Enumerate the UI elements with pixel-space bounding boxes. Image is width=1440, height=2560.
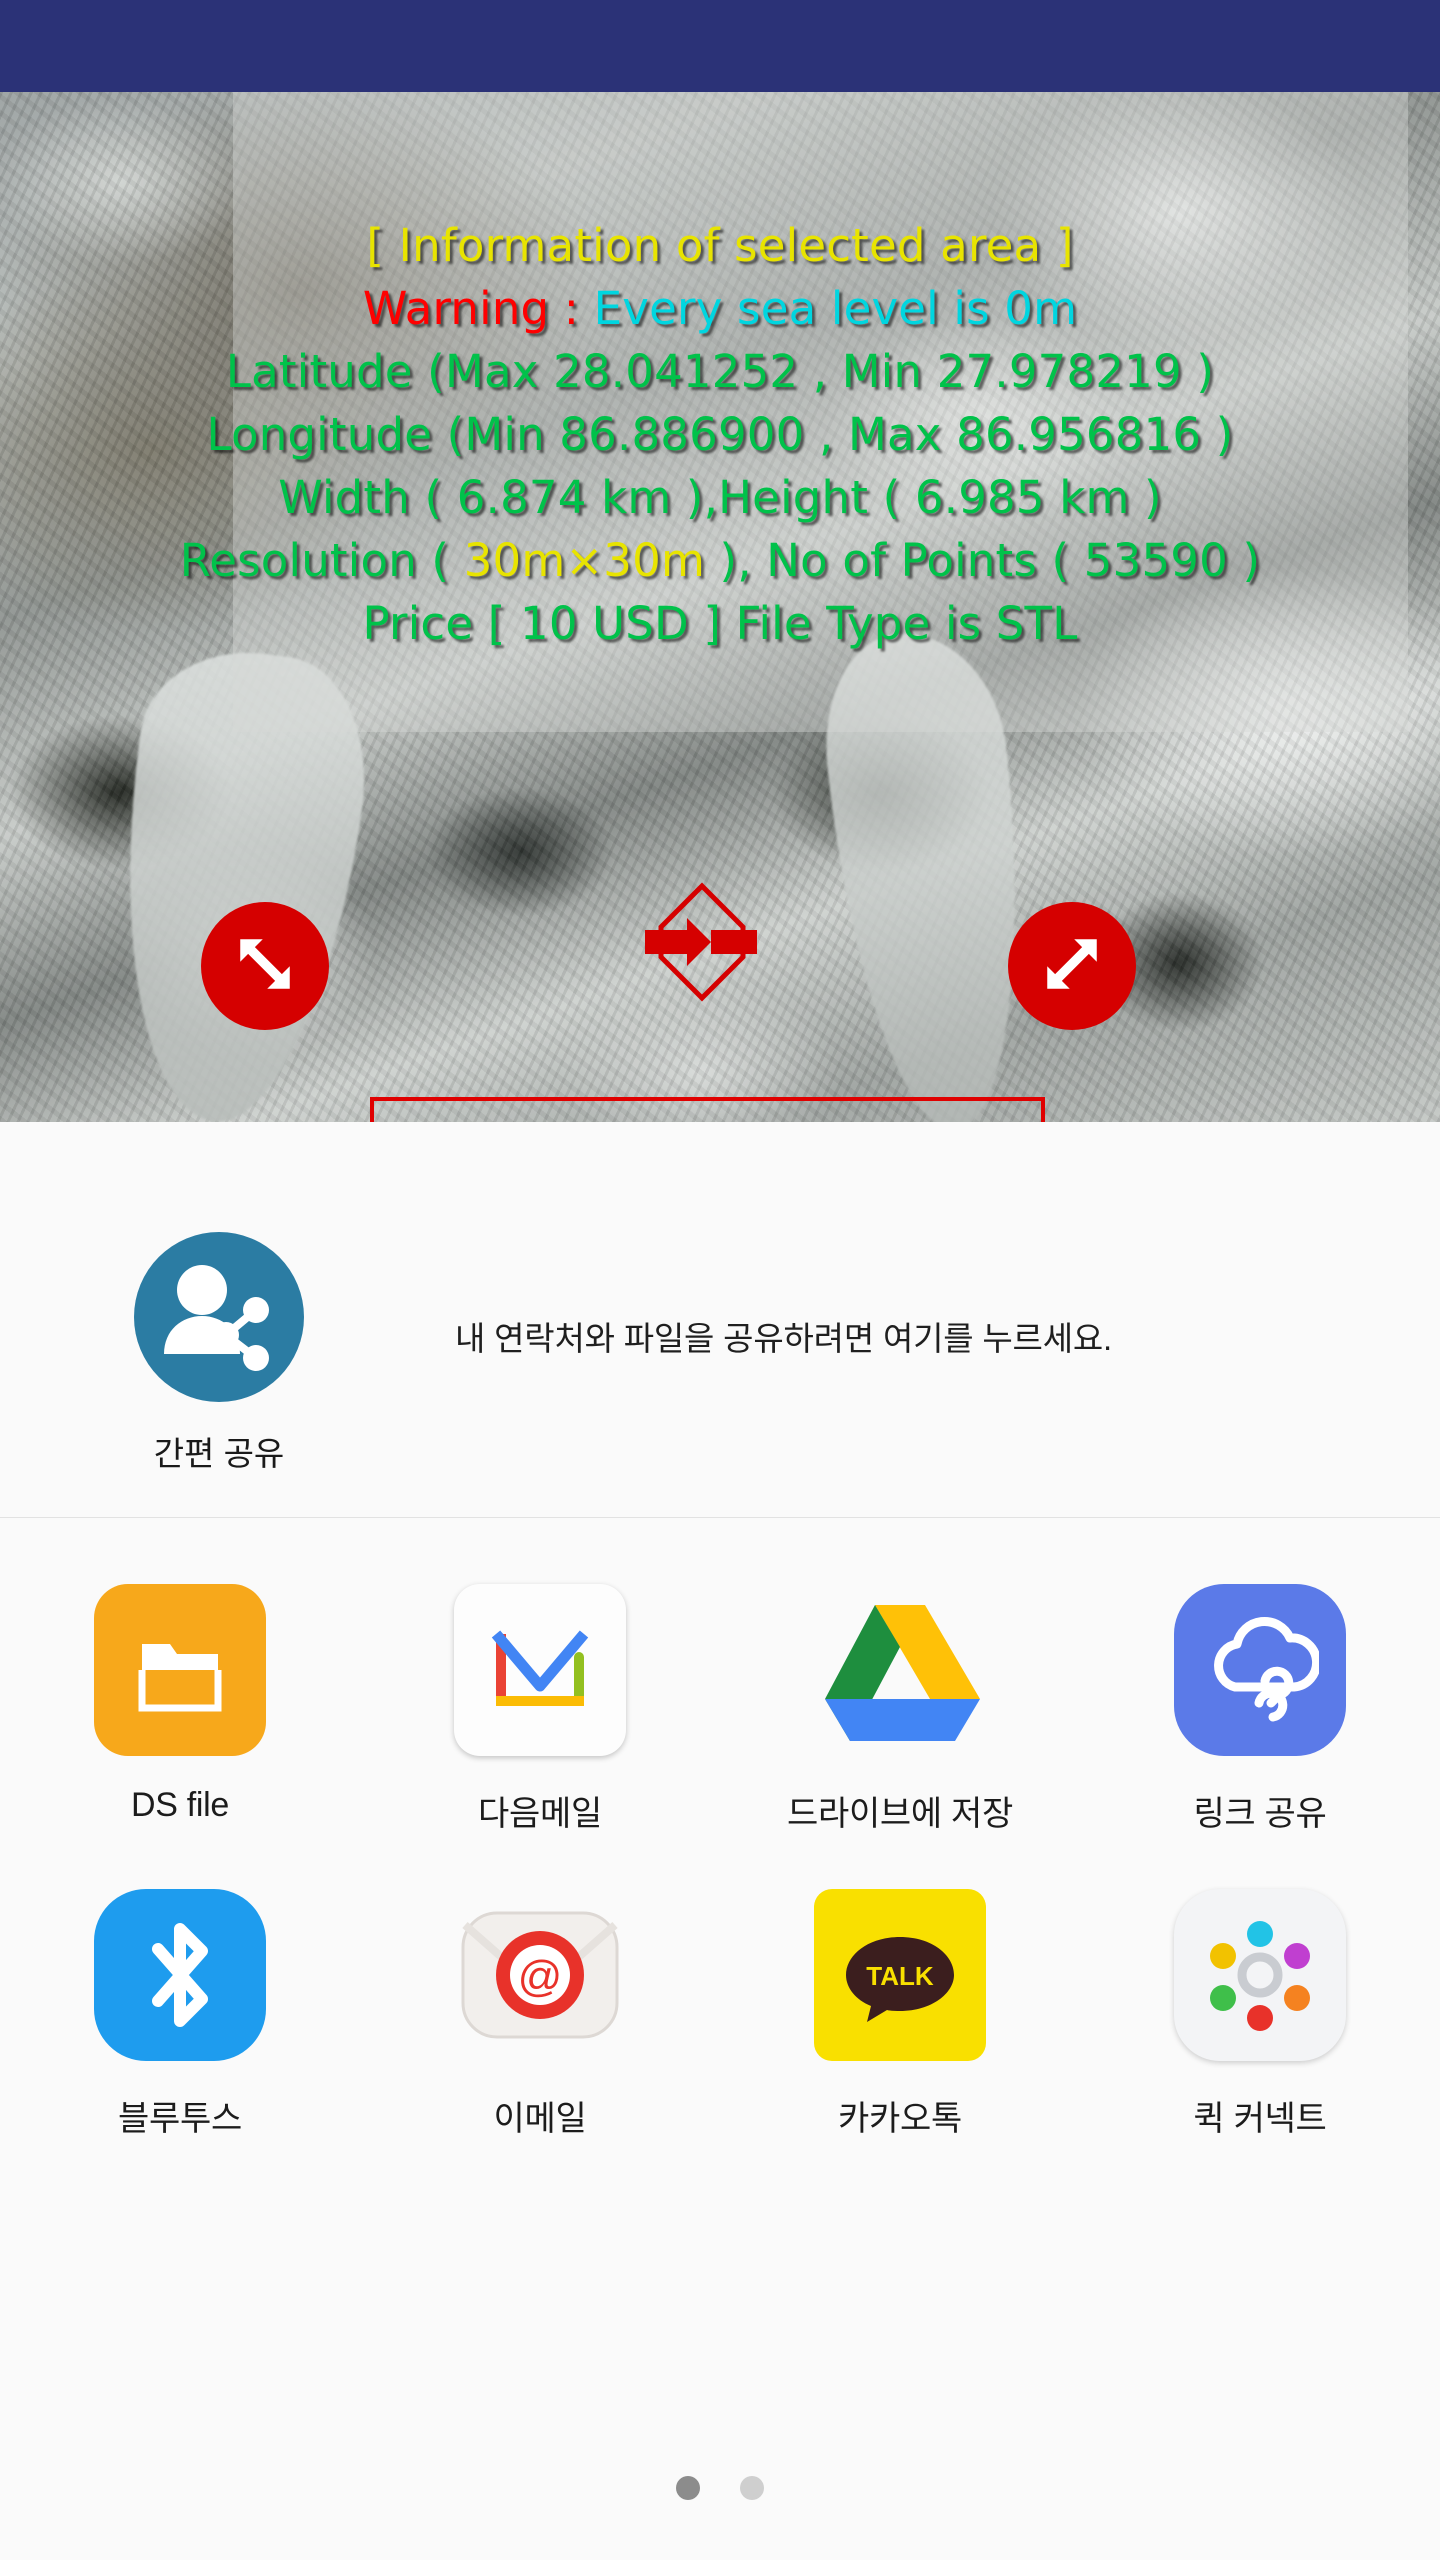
resolution-value: 30m×30m <box>463 534 705 587</box>
satellite-map-view[interactable]: [ Information of selected area ] Warning… <box>0 92 1440 1122</box>
share-target-row: DS file 다음메일 드라이브에 저장 링크 공유 <box>0 1566 1440 1871</box>
share-target-label: 이메일 <box>493 2100 587 2138</box>
kakaotalk-icon: TALK <box>814 1889 986 2061</box>
share-target-label: 링크 공유 <box>1193 1795 1327 1833</box>
person-share-icon[interactable] <box>134 1232 304 1402</box>
share-target-kakaotalk[interactable]: TALK 카카오톡 <box>720 1871 1080 2176</box>
warning-text: Every sea level is 0m <box>579 282 1078 335</box>
move-horizontal-icon <box>615 882 790 1006</box>
daum-mail-icon <box>454 1584 626 1756</box>
info-longitude: Longitude (Min 86.886900 , Max 86.956816… <box>206 408 1234 461</box>
page-dot-2[interactable] <box>740 2476 764 2500</box>
info-warning-line: Warning : Every sea level is 0m <box>0 277 1440 340</box>
status-bar <box>0 0 1440 92</box>
share-target-label: 블루투스 <box>118 2100 242 2138</box>
share-target-email[interactable]: @ 이메일 <box>360 1871 720 2176</box>
share-target-label: 카카오톡 <box>838 2100 962 2138</box>
share-target-ds-file[interactable]: DS file <box>0 1566 360 1871</box>
move-handle[interactable] <box>615 882 790 1002</box>
resolution-prefix: Resolution ( <box>179 534 464 587</box>
selected-area-info: [ Information of selected area ] Warning… <box>0 92 1440 655</box>
direct-share-label: 간편 공유 <box>153 1435 285 1472</box>
share-target-google-drive[interactable]: 드라이브에 저장 <box>720 1566 1080 1871</box>
share-target-grid: DS file 다음메일 드라이브에 저장 링크 공유 블루투스 @ 이메일 T… <box>0 1518 1440 2176</box>
share-sheet: 간편 공유 내 연락처와 파일을 공유하려면 여기를 누르세요. DS file <box>0 1122 1440 2560</box>
kakao-badge-text: TALK <box>866 1961 934 1991</box>
google-drive-icon <box>814 1584 986 1756</box>
direct-share-hint: 내 연락처와 파일을 공유하려면 여기를 누르세요. <box>455 1320 1113 1357</box>
email-icon: @ <box>454 1889 626 2061</box>
share-target-label: 퀵 커넥트 <box>1193 2100 1327 2138</box>
resolution-suffix: ), No of Points ( 53590 ) <box>705 534 1261 587</box>
info-price: Price [ 10 USD ] File Type is STL <box>362 597 1078 650</box>
info-size: Width ( 6.874 km ),Height ( 6.985 km ) <box>278 471 1162 524</box>
svg-text:@: @ <box>518 1952 563 2001</box>
direct-share-section[interactable]: 간편 공유 내 연락처와 파일을 공유하려면 여기를 누르세요. <box>0 1122 1440 1518</box>
info-resolution: Resolution ( 30m×30m ), No of Points ( 5… <box>0 529 1440 592</box>
share-target-label: 다음메일 <box>478 1795 602 1833</box>
resize-handle-right[interactable] <box>1008 902 1136 1030</box>
share-target-row: 블루투스 @ 이메일 TALK 카카오톡 퀵 커넥트 <box>0 1871 1440 2176</box>
share-target-label: DS file <box>130 1786 230 1824</box>
resize-diagonal-icon <box>229 928 301 1005</box>
share-target-quick-connect[interactable]: 퀵 커넥트 <box>1080 1871 1440 2176</box>
share-target-daum-mail[interactable]: 다음메일 <box>360 1566 720 1871</box>
quick-connect-icon <box>1174 1889 1346 2061</box>
pagination-dots[interactable] <box>0 2476 1440 2500</box>
selection-rectangle[interactable] <box>370 1097 1045 1122</box>
bluetooth-icon <box>94 1889 266 2061</box>
share-target-link-sharing[interactable]: 링크 공유 <box>1080 1566 1440 1871</box>
warning-label: Warning : <box>362 282 580 335</box>
info-title: [ Information of selected area ] <box>366 219 1074 272</box>
page-dot-1[interactable] <box>676 2476 700 2500</box>
resize-handle-left[interactable] <box>201 902 329 1030</box>
resize-diagonal-icon <box>1036 928 1108 1005</box>
ds-file-icon <box>94 1584 266 1756</box>
share-target-bluetooth[interactable]: 블루투스 <box>0 1871 360 2176</box>
share-target-label: 드라이브에 저장 <box>786 1795 1013 1833</box>
info-latitude: Latitude (Max 28.041252 , Min 27.978219 … <box>225 345 1215 398</box>
link-sharing-icon <box>1174 1584 1346 1756</box>
